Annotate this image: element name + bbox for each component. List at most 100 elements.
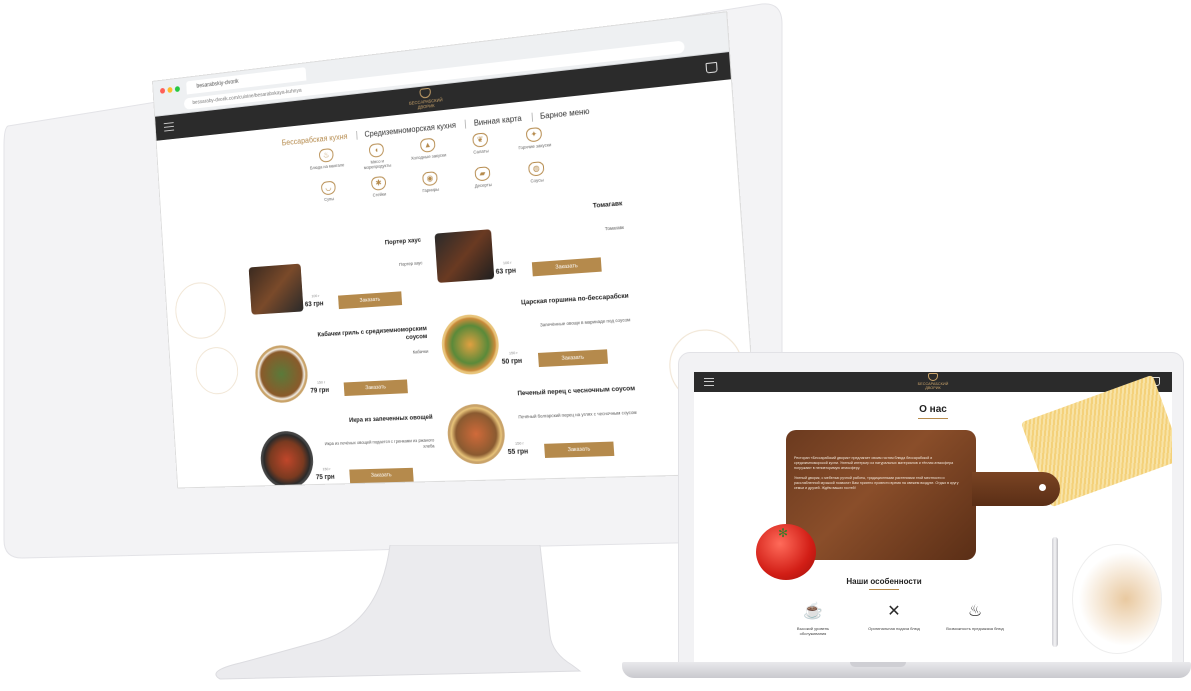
hamburger-menu-icon[interactable] — [164, 122, 174, 131]
about-title: О нас — [694, 404, 1172, 419]
dish-name: Томагавк — [499, 200, 622, 218]
grape-decoration — [174, 281, 228, 340]
site-logo[interactable]: БЕССАРАБСКИЙ ДВОРИК — [914, 373, 952, 391]
dish-photo — [446, 403, 507, 465]
dish-name: Кабачки гриль с средиземноморским соусом — [314, 325, 428, 347]
category-cold-snacks[interactable]: ▲ Холодные закуски — [407, 136, 449, 166]
dish-card: Царская горшина по-бессарабски Запечённы… — [439, 292, 639, 388]
category-salads[interactable]: ❦ Салаты — [459, 131, 502, 161]
laptop-notch — [850, 662, 906, 667]
imac-stand — [200, 545, 590, 685]
maximize-dot[interactable] — [175, 86, 180, 92]
category-soups[interactable]: ◡ Супы — [309, 179, 349, 203]
category-meat[interactable]: ◖ Мясо и морепродукты — [356, 142, 398, 171]
category-sauces[interactable]: ◍ Соусы — [515, 160, 559, 185]
dish-weight: 150 г — [509, 350, 518, 355]
dish-card: Томагавк Томагавк 100 г 63 грн Заказать — [433, 200, 633, 300]
close-dot[interactable] — [160, 88, 165, 94]
cart-icon[interactable] — [705, 62, 717, 74]
cutting-board-hole — [1039, 484, 1046, 491]
category-garnish[interactable]: ◉ Гарниры — [409, 170, 451, 194]
site-logo[interactable]: БЕССАРАБСКИЙ ДВОРИК — [406, 86, 444, 112]
grape-decoration — [194, 346, 239, 395]
dish-price: 75 грн — [316, 474, 335, 481]
steak-icon: ✱ — [371, 176, 386, 191]
cutlery-icon: ✕ — [883, 602, 905, 622]
plate-image — [1072, 544, 1162, 654]
crest-icon — [928, 373, 938, 381]
dish-description: Портер хаус — [310, 260, 423, 274]
feature-label: Оригинальная подача блюд — [868, 626, 920, 631]
hamburger-menu-icon[interactable] — [704, 378, 714, 386]
feature-item: ♨ Возможность предзаказа блюд — [946, 602, 1004, 636]
order-button[interactable]: Заказать — [538, 349, 608, 367]
laptop-site-header: БЕССАРАБСКИЙ ДВОРИК — [694, 372, 1172, 392]
meat-icon: ◖ — [369, 143, 384, 158]
dish-price: 79 грн — [310, 387, 329, 395]
cold-snacks-icon: ▲ — [420, 138, 436, 153]
laptop-base — [622, 662, 1191, 678]
dish-name: Портер хаус — [308, 237, 421, 254]
tab-bessarabian[interactable]: Бессарабская кухня — [275, 132, 348, 148]
category-grill[interactable]: ♨ Блюда на мангале — [306, 147, 347, 176]
tab-wine[interactable]: Винная карта — [465, 114, 522, 129]
dish-photo — [254, 344, 310, 404]
feature-item: ✕ Оригинальная подача блюд — [865, 602, 923, 636]
laptop-screen: БЕССАРАБСКИЙ ДВОРИК О нас Ресторан «Бесс… — [694, 372, 1172, 662]
dish-name: Печеный перец с чесночным соусом — [511, 385, 635, 399]
dish-photo — [440, 313, 501, 376]
logo-text: БЕССАРАБСКИЙ ДВОРИК — [409, 97, 443, 110]
dish-weight: 150 г — [515, 440, 524, 445]
salad-icon: ❦ — [472, 132, 488, 147]
features-title: Наши особенности — [774, 577, 994, 590]
sauce-icon: ◍ — [528, 161, 544, 177]
garnish-icon: ◉ — [422, 171, 438, 186]
category-desserts[interactable]: ▰ Десерты — [461, 165, 504, 190]
dish-name: Царская горшина по-бессарабски — [505, 292, 629, 308]
order-button[interactable]: Заказать — [349, 468, 413, 483]
grill-icon: ♨ — [319, 148, 334, 163]
order-button[interactable]: Заказать — [532, 257, 602, 276]
window-controls[interactable] — [160, 86, 180, 94]
service-icon: ☕ — [802, 602, 824, 622]
about-text: Ресторан «Бессарабский дворик» предлагае… — [794, 456, 964, 496]
features-list: ☕ Высокий уровень обслуживания ✕ Оригина… — [784, 602, 1004, 636]
dish-photo — [435, 229, 495, 283]
dessert-icon: ▰ — [474, 166, 490, 181]
dish-price: 55 грн — [508, 448, 529, 456]
dish-name: Икра из запеченных овощей — [319, 414, 433, 426]
dish-description: Кабачки — [315, 349, 428, 361]
dish-photo — [259, 430, 315, 488]
coffee-cup-icon: ♨ — [964, 602, 986, 622]
dish-card: Кабачки гриль с средиземноморским соусом… — [253, 325, 437, 416]
order-button[interactable]: Заказать — [338, 291, 402, 309]
dish-weight: 100 г — [503, 260, 512, 266]
soup-icon: ◡ — [321, 181, 336, 196]
tomato-leaf-icon: ✻ — [778, 528, 796, 538]
about-paragraph: Уютный дворик, с мебелью ручной работы, … — [794, 476, 964, 491]
order-button[interactable]: Заказать — [544, 442, 614, 458]
feature-label: Возможность предзаказа блюд — [946, 626, 1004, 631]
feature-label: Высокий уровень обслуживания — [797, 626, 829, 636]
hot-snacks-icon: ✦ — [526, 127, 542, 143]
feature-item: ☕ Высокий уровень обслуживания — [784, 602, 842, 636]
category-steaks[interactable]: ✱ Стейки — [358, 175, 399, 199]
dish-card: Икра из запеченных овощей Икра из печёны… — [258, 414, 442, 489]
minimize-dot[interactable] — [167, 87, 172, 93]
fork-image — [1052, 537, 1058, 647]
dish-weight: 150 г — [322, 466, 331, 471]
dish-description: Запечённые овощи в маринаде под соусом — [507, 317, 631, 330]
dish-description: Печёный болгарский перец на углях с чесн… — [513, 410, 637, 421]
cutting-board-handle — [972, 472, 1060, 506]
desktop-browser-window: besarabskiy-dvorik bessaraby-dvorik.com/… — [152, 11, 760, 488]
dish-list: Портер хаус Портер хаус 100 г 63 грн Зак… — [248, 219, 639, 250]
dish-description: Томагавк — [501, 225, 624, 241]
dish-price: 63 грн — [305, 300, 324, 308]
dish-card: Печеный перец с чесночным соусом Печёный… — [445, 385, 646, 478]
category-hot-snacks[interactable]: ✦ Горячие закуски — [512, 126, 556, 156]
dish-weight: 100 г — [311, 293, 319, 298]
tab-bar[interactable]: Барное меню — [531, 107, 590, 122]
crest-icon — [419, 88, 431, 99]
order-button[interactable]: Заказать — [344, 379, 408, 396]
dish-description: Икра из печёных овощей подается с гренка… — [321, 438, 435, 453]
